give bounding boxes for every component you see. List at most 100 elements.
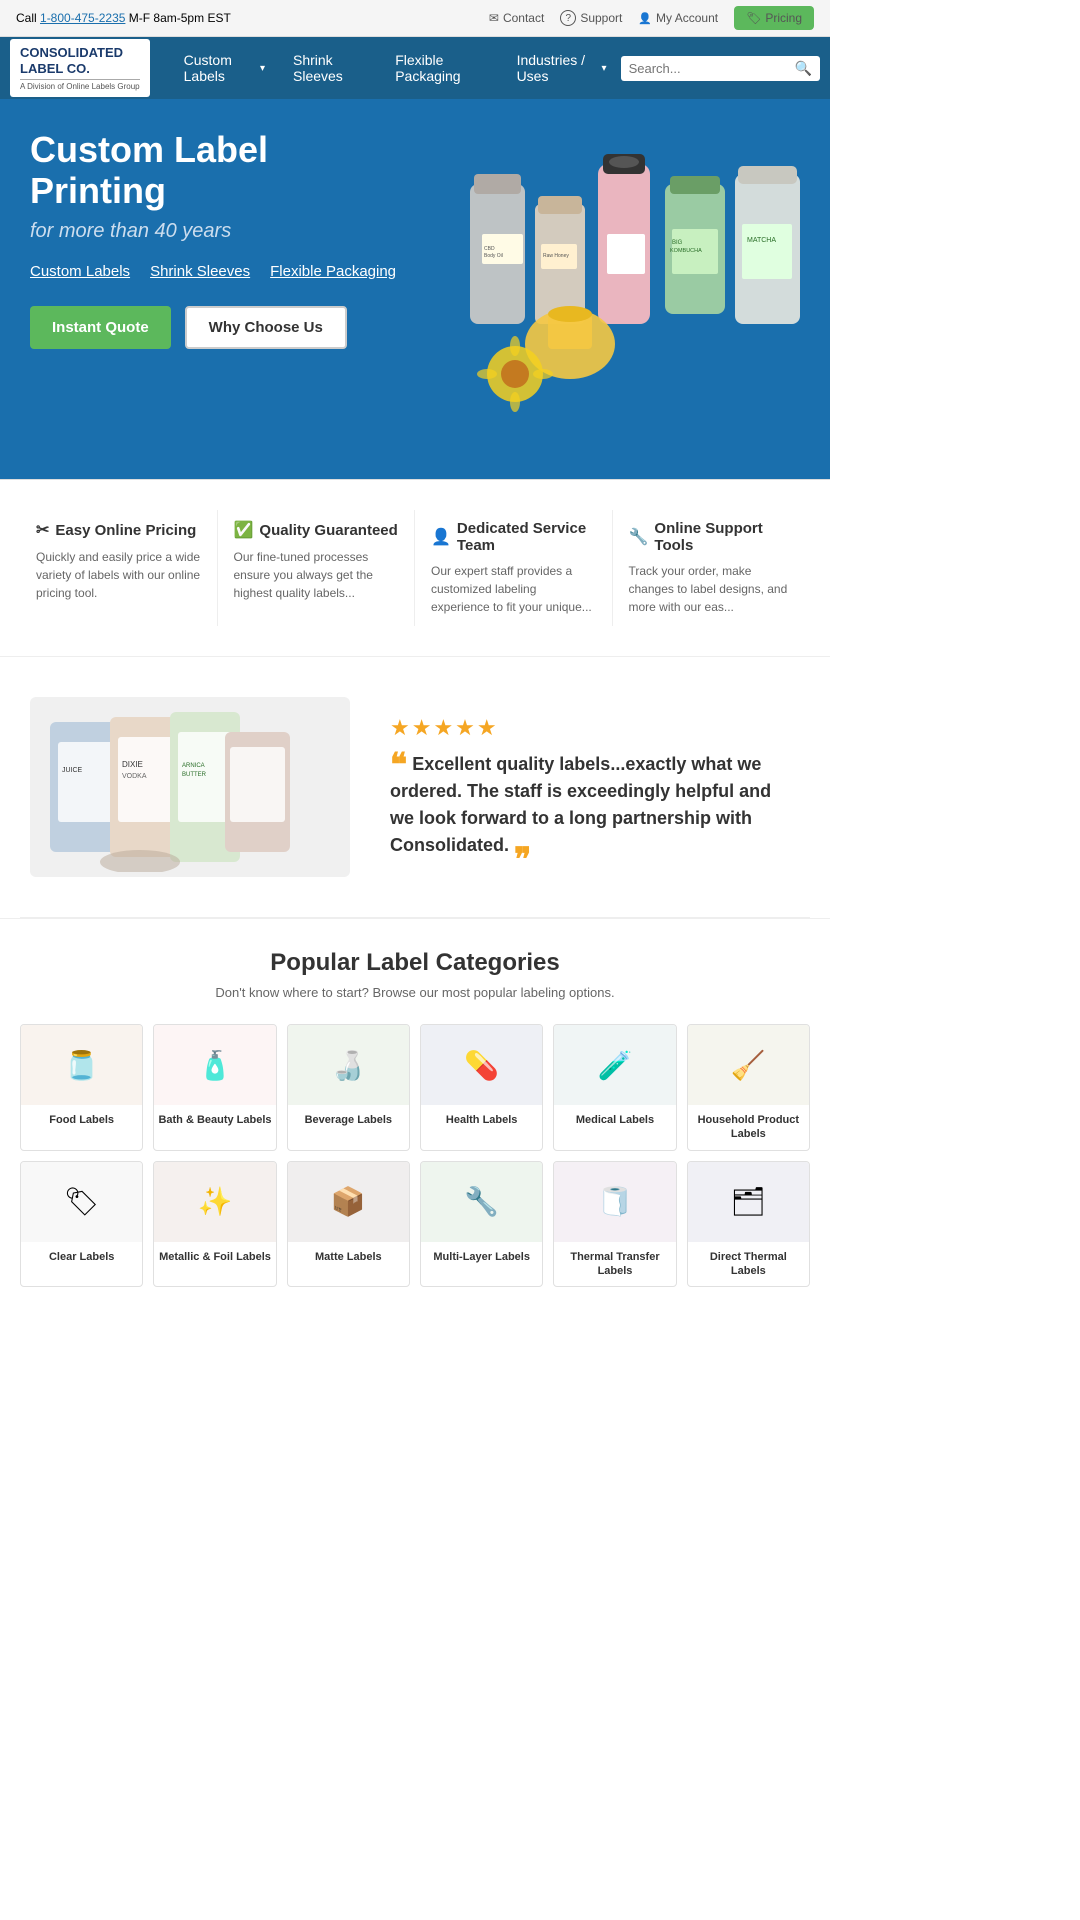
category-img-1: 🧴 — [154, 1025, 275, 1105]
search-bar: 🔍 — [621, 56, 820, 81]
svg-text:MATCHA: MATCHA — [747, 237, 776, 244]
category-img-5: 🧹 — [688, 1025, 809, 1105]
hero-image: CBD Body Oil Raw Honey BIG KOMBUCHA MATC… — [440, 109, 820, 449]
feature-quality-title: ✅ Quality Guaranteed — [234, 520, 399, 540]
svg-text:BIG: BIG — [672, 240, 683, 246]
checkmark-icon: ✅ — [234, 520, 254, 540]
category-card-11[interactable]: 🗂 Direct Thermal Labels — [687, 1161, 810, 1288]
category-label-8: Matte Labels — [288, 1242, 409, 1272]
nav-items: Custom Labels ▾ Shrink Sleeves Flexible … — [170, 37, 621, 99]
hero-link-custom[interactable]: Custom Labels — [30, 263, 130, 280]
nav-custom-labels[interactable]: Custom Labels ▾ — [170, 37, 279, 99]
category-img-3: 💊 — [421, 1025, 542, 1105]
hero-heading: Custom Label Printing — [30, 129, 430, 212]
category-card-8[interactable]: 📦 Matte Labels — [287, 1161, 410, 1288]
category-emoji-5: 🧹 — [688, 1025, 809, 1105]
feature-tools-title: 🔧 Online Support Tools — [629, 520, 795, 554]
support-link[interactable]: Support — [560, 10, 622, 26]
account-link[interactable]: My Account — [638, 11, 718, 25]
category-card-4[interactable]: 🧪 Medical Labels — [553, 1024, 676, 1151]
category-card-7[interactable]: ✨ Metallic & Foil Labels — [153, 1161, 276, 1288]
nav-shrink-sleeves[interactable]: Shrink Sleeves — [279, 37, 381, 99]
popular-categories-section: Popular Label Categories Don't know wher… — [0, 918, 830, 1317]
category-label-7: Metallic & Foil Labels — [154, 1242, 275, 1272]
category-card-10[interactable]: 🧻 Thermal Transfer Labels — [553, 1161, 676, 1288]
account-icon — [638, 12, 652, 25]
top-bar-right: Contact Support My Account 🏷 Pricing — [489, 6, 814, 30]
feature-tools-desc: Track your order, make changes to label … — [629, 562, 795, 616]
nav-flexible-packaging[interactable]: Flexible Packaging — [381, 37, 502, 99]
logo-title: CONSOLIDATED LABEL CO. — [20, 45, 140, 76]
feature-service-desc: Our expert staff provides a customized l… — [431, 562, 596, 616]
hero-link-shrink[interactable]: Shrink Sleeves — [150, 263, 250, 280]
hero-link-flexible[interactable]: Flexible Packaging — [270, 263, 396, 280]
category-label-2: Beverage Labels — [288, 1105, 409, 1135]
category-emoji-9: 🔧 — [421, 1162, 542, 1242]
category-card-2[interactable]: 🍶 Beverage Labels — [287, 1024, 410, 1151]
feature-tools: 🔧 Online Support Tools Track your order,… — [613, 510, 811, 626]
svg-text:Body Oil: Body Oil — [484, 253, 503, 259]
svg-text:ARNICA: ARNICA — [182, 763, 205, 769]
category-card-0[interactable]: 🫙 Food Labels — [20, 1024, 143, 1151]
category-card-3[interactable]: 💊 Health Labels — [420, 1024, 543, 1151]
category-card-1[interactable]: 🧴 Bath & Beauty Labels — [153, 1024, 276, 1151]
features-section: ✂ Easy Online Pricing Quickly and easily… — [0, 479, 830, 657]
tools-icon: 🔧 — [629, 527, 649, 547]
testimonial-product-image: JUICE DIXIE VODKA ARNICA BUTTER — [40, 702, 340, 872]
category-img-0: 🫙 — [21, 1025, 142, 1105]
phone-number[interactable]: 1-800-475-2235 — [40, 11, 125, 25]
svg-text:CBD: CBD — [484, 246, 495, 252]
contact-link[interactable]: Contact — [489, 11, 544, 25]
category-img-6: 🏷 — [21, 1162, 142, 1242]
search-icon[interactable]: 🔍 — [795, 60, 812, 77]
category-emoji-11: 🗂 — [688, 1162, 809, 1242]
category-emoji-10: 🧻 — [554, 1162, 675, 1242]
category-card-5[interactable]: 🧹 Household Product Labels — [687, 1024, 810, 1151]
category-label-9: Multi-Layer Labels — [421, 1242, 542, 1272]
features-grid: ✂ Easy Online Pricing Quickly and easily… — [0, 479, 830, 657]
category-label-4: Medical Labels — [554, 1105, 675, 1135]
svg-text:JUICE: JUICE — [62, 767, 83, 774]
nav-industries-uses[interactable]: Industries / Uses ▾ — [503, 37, 621, 99]
svg-text:Raw Honey: Raw Honey — [543, 253, 569, 259]
contact-icon — [489, 11, 499, 25]
chevron-down-icon-2: ▾ — [602, 63, 607, 74]
category-emoji-6: 🏷 — [21, 1162, 142, 1242]
category-emoji-1: 🧴 — [154, 1025, 275, 1105]
pricing-button[interactable]: 🏷 Pricing — [734, 6, 814, 30]
person-icon: 👤 — [431, 527, 451, 547]
category-emoji-8: 📦 — [288, 1162, 409, 1242]
category-label-3: Health Labels — [421, 1105, 542, 1135]
feature-quality: ✅ Quality Guaranteed Our fine-tuned proc… — [218, 510, 416, 626]
category-img-11: 🗂 — [688, 1162, 809, 1242]
testimonial-section: JUICE DIXIE VODKA ARNICA BUTTER ★★★★★ ❝ … — [0, 657, 830, 917]
hero-section: Custom Label Printing for more than 40 y… — [0, 99, 830, 479]
category-label-5: Household Product Labels — [688, 1105, 809, 1150]
why-choose-us-button[interactable]: Why Choose Us — [185, 306, 347, 349]
category-label-11: Direct Thermal Labels — [688, 1242, 809, 1287]
instant-quote-button[interactable]: Instant Quote — [30, 306, 171, 349]
hero-subtitle: for more than 40 years — [30, 220, 430, 243]
phone-info: Call 1-800-475-2235 M-F 8am-5pm EST — [16, 11, 231, 25]
feature-pricing: ✂ Easy Online Pricing Quickly and easily… — [20, 510, 218, 626]
feature-service-title: 👤 Dedicated Service Team — [431, 520, 596, 554]
feature-service: 👤 Dedicated Service Team Our expert staf… — [415, 510, 613, 626]
chevron-down-icon: ▾ — [260, 63, 265, 74]
category-card-6[interactable]: 🏷 Clear Labels — [20, 1161, 143, 1288]
support-icon — [560, 10, 576, 26]
main-nav: CONSOLIDATED LABEL CO. A Division of Onl… — [0, 37, 830, 99]
feature-pricing-desc: Quickly and easily price a wide variety … — [36, 548, 201, 602]
testimonial-text: ❝ Excellent quality labels...exactly wha… — [390, 751, 800, 859]
search-input[interactable] — [629, 61, 789, 76]
logo[interactable]: CONSOLIDATED LABEL CO. A Division of Onl… — [10, 39, 150, 96]
call-label: Call — [16, 11, 37, 25]
hero-product-image: CBD Body Oil Raw Honey BIG KOMBUCHA MATC… — [450, 124, 810, 434]
category-emoji-0: 🫙 — [21, 1025, 142, 1105]
popular-heading: Popular Label Categories — [20, 949, 810, 977]
category-img-10: 🧻 — [554, 1162, 675, 1242]
category-card-9[interactable]: 🔧 Multi-Layer Labels — [420, 1161, 543, 1288]
scissors-icon: ✂ — [36, 520, 49, 540]
hero-content: Custom Label Printing for more than 40 y… — [30, 129, 430, 349]
testimonial-content: ★★★★★ ❝ Excellent quality labels...exact… — [390, 715, 800, 859]
category-emoji-7: ✨ — [154, 1162, 275, 1242]
